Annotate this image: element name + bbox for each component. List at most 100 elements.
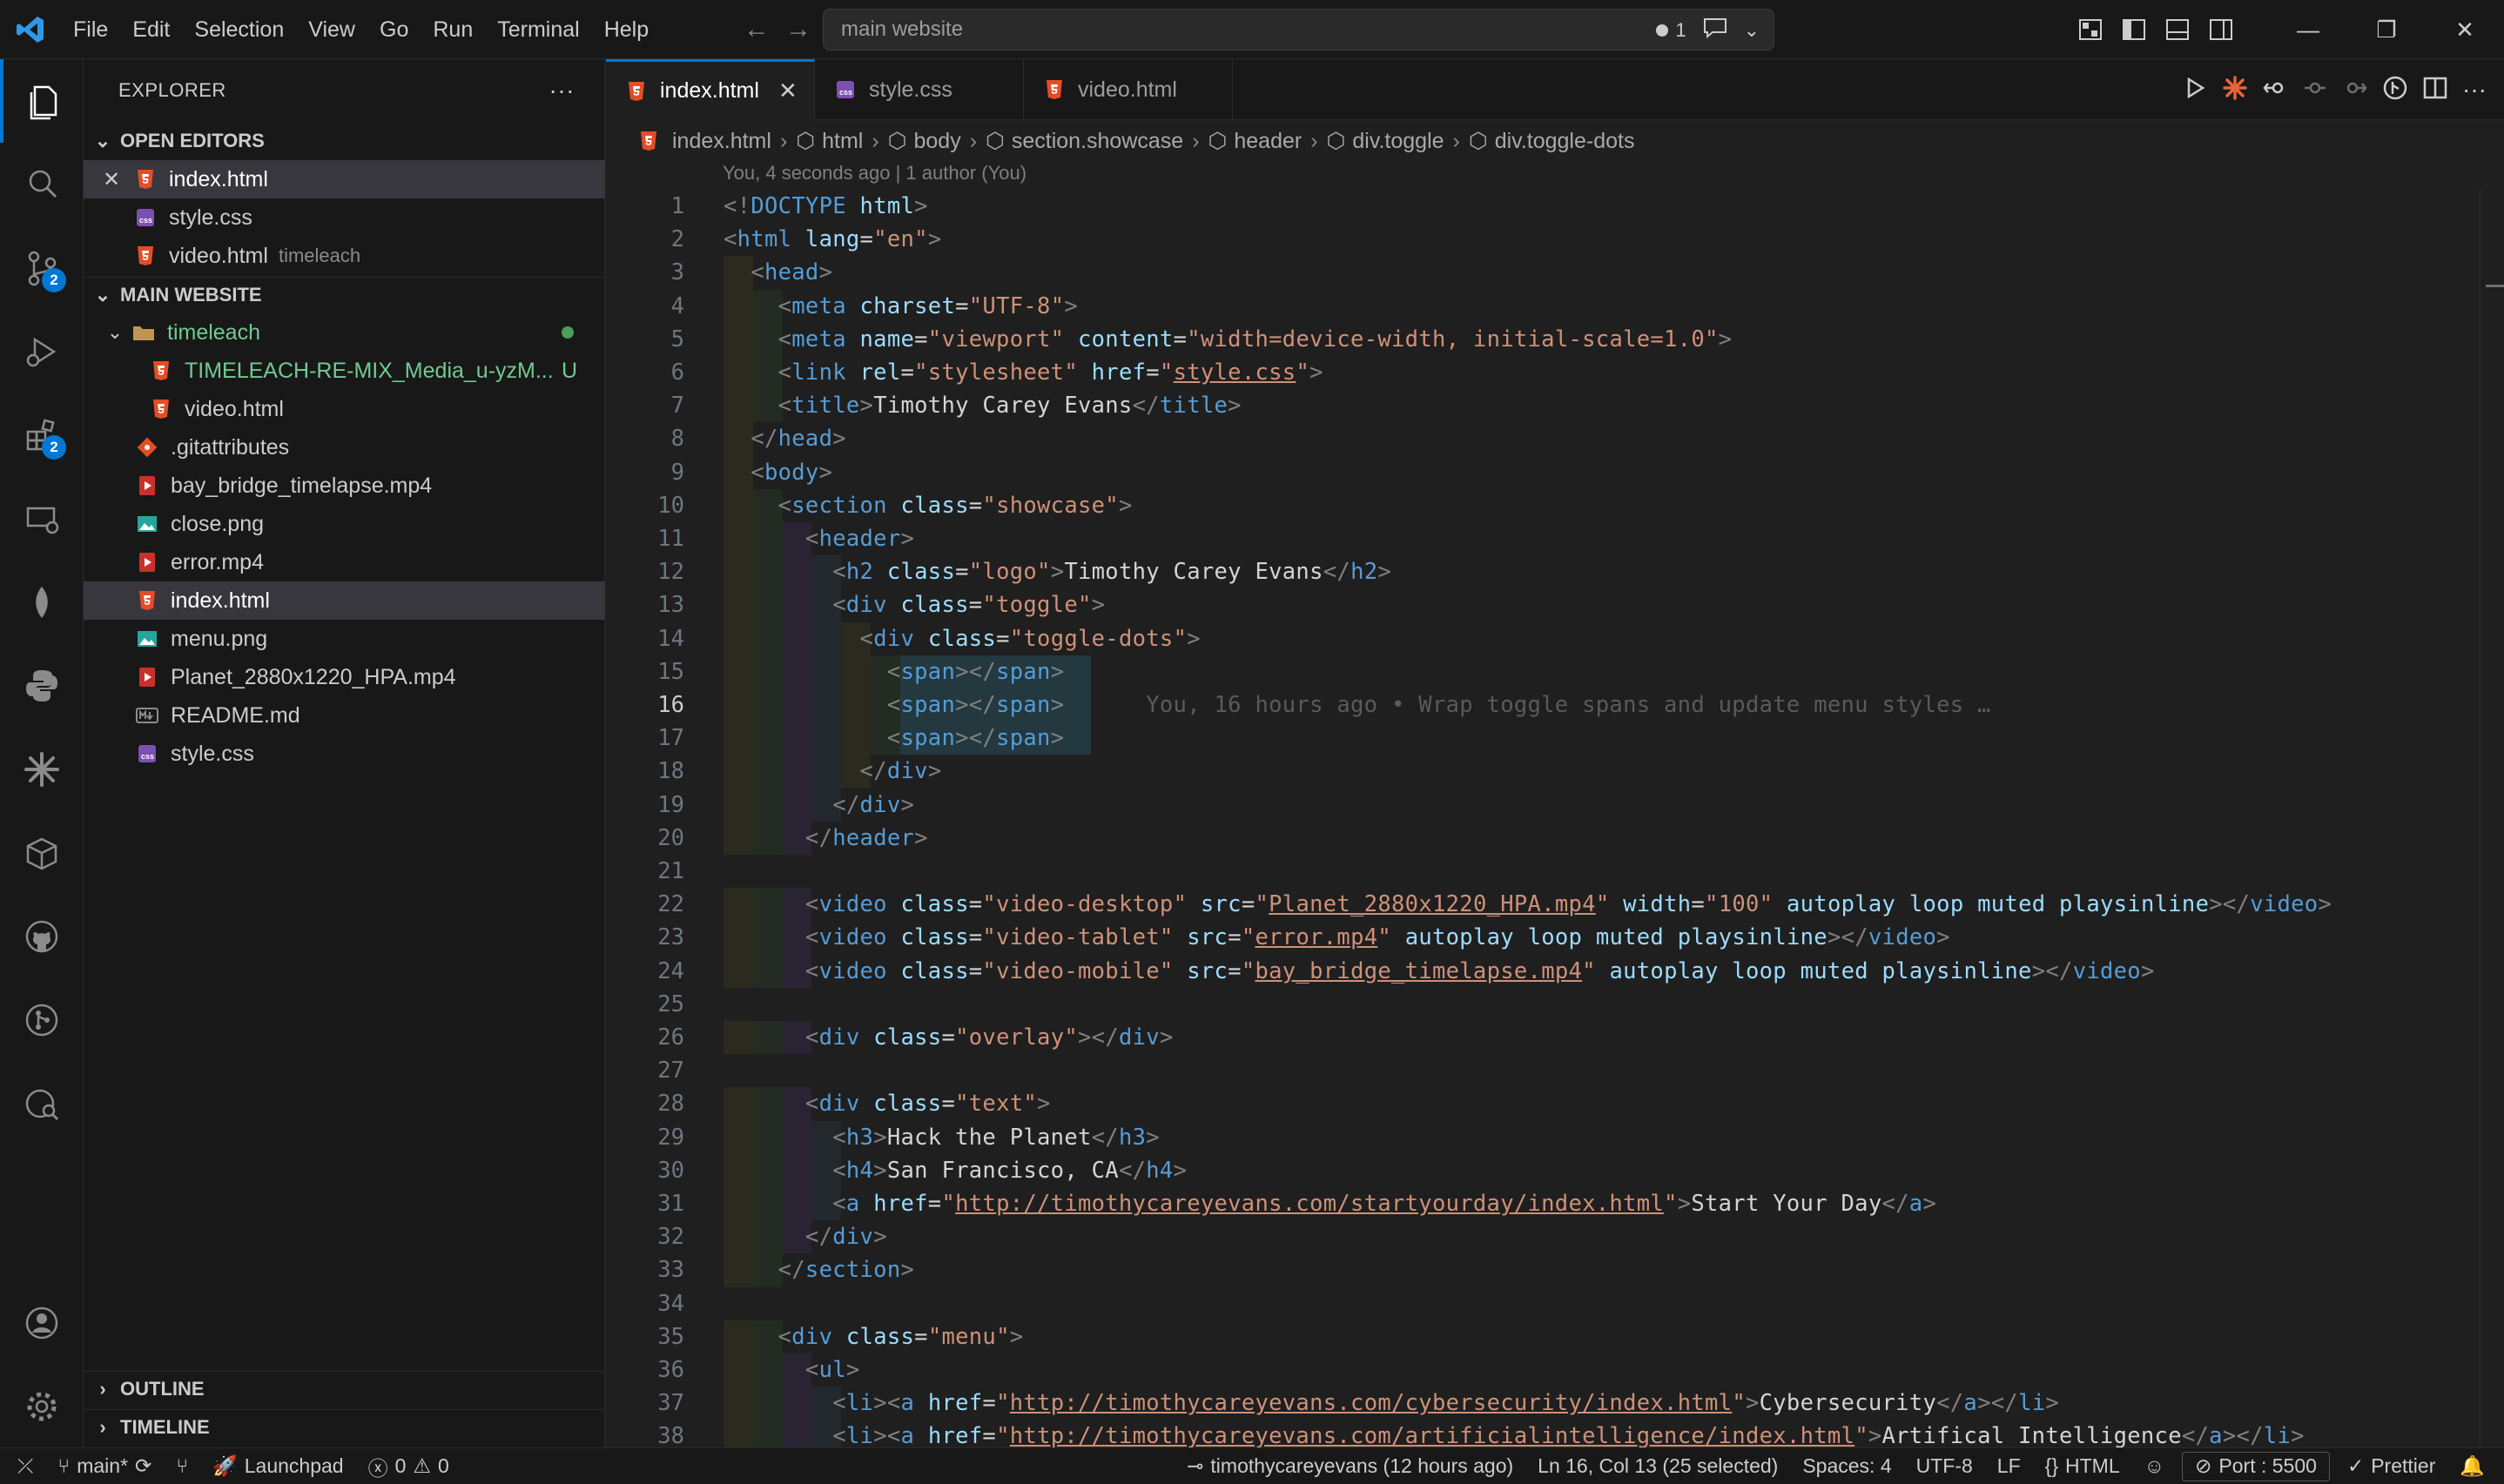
code-line[interactable]: <div class="menu"> (724, 1320, 1023, 1353)
menu-file[interactable]: File (61, 0, 120, 59)
forward-arrow-icon[interactable]: → (785, 15, 811, 44)
open-changes-icon[interactable] (2262, 75, 2288, 105)
containers-icon[interactable] (0, 811, 84, 895)
back-arrow-icon[interactable]: ← (744, 15, 770, 44)
sync-icon[interactable]: ⟳ (135, 1454, 151, 1478)
code-line[interactable]: <ul> (724, 1353, 860, 1387)
restore-icon[interactable]: ❐ (2347, 0, 2426, 59)
code-line[interactable]: <header> (724, 522, 914, 555)
menu-run[interactable]: Run (421, 0, 485, 59)
source-control-icon[interactable]: 2 (0, 226, 84, 310)
sparkle-icon[interactable] (2222, 75, 2248, 105)
code-line[interactable]: <title>Timothy Carey Evans</title> (724, 389, 1242, 422)
mongodb-leaf-icon[interactable] (0, 561, 84, 644)
code-line[interactable]: </div> (724, 1220, 887, 1253)
breadcrumb-item[interactable]: div.toggle-dots (1495, 129, 1635, 154)
code-line[interactable]: <h2 class="logo">Timothy Carey Evans</h2… (724, 555, 1391, 588)
git-graph-icon[interactable] (0, 978, 84, 1062)
extensions-icon[interactable]: 2 (0, 393, 84, 477)
chat-icon[interactable] (1702, 17, 1728, 44)
code-line[interactable]: </div> (724, 755, 942, 788)
settings-gear-icon[interactable] (0, 1365, 84, 1448)
menu-view[interactable]: View (296, 0, 367, 59)
editor-scrollbar[interactable] (2480, 186, 2504, 1447)
next-revision-icon[interactable] (2342, 75, 2368, 105)
previous-revision-icon[interactable] (2302, 75, 2328, 105)
menu-help[interactable]: Help (592, 0, 661, 59)
more-actions-icon[interactable]: ··· (549, 77, 575, 104)
notifications-bell-icon[interactable]: 🔔 (2447, 1448, 2504, 1484)
tree-item-file[interactable]: bay_bridge_timelapse.mp4 (84, 467, 605, 505)
minimize-icon[interactable]: — (2269, 0, 2347, 59)
python-icon[interactable] (0, 644, 84, 728)
code-line[interactable]: <meta name="viewport" content="width=dev… (724, 323, 1732, 356)
tab-style-css[interactable]: css style.css (815, 59, 1024, 120)
github-icon[interactable] (0, 895, 84, 978)
gitlens-icon[interactable] (2382, 75, 2408, 105)
remote-explorer-icon[interactable] (0, 477, 84, 561)
tree-item-file[interactable]: .gitattributes (84, 428, 605, 467)
encoding-status[interactable]: UTF-8 (1904, 1448, 1985, 1484)
code-line[interactable]: <video class="video-tablet" src="error.m… (724, 921, 1950, 954)
open-editor-item[interactable]: video.html timeleach (84, 237, 605, 275)
open-editor-item[interactable]: css style.css (84, 198, 605, 237)
tree-item-file[interactable]: Planet_2880x1220_HPA.mp4 (84, 658, 605, 696)
tree-item-file[interactable]: close.png (84, 505, 605, 543)
code-line[interactable]: <section class="showcase"> (724, 489, 1133, 522)
code-line[interactable]: <meta charset="UTF-8"> (724, 290, 1078, 323)
breadcrumb-item[interactable]: body (914, 129, 961, 154)
menu-go[interactable]: Go (367, 0, 421, 59)
tree-item-file[interactable]: TIMELEACH-RE-MIX_Media_u-yzM... U (84, 352, 605, 390)
tree-item-file[interactable]: css style.css (84, 735, 605, 773)
problems-status[interactable]: ⓧ 0 ⚠ 0 (356, 1448, 461, 1484)
run-debug-icon[interactable] (0, 310, 84, 393)
tree-item-file[interactable]: video.html (84, 390, 605, 428)
code-line[interactable]: <link rel="stylesheet" href="style.css"> (724, 356, 1323, 389)
tab-index-html[interactable]: index.html ✕ (606, 59, 815, 120)
breadcrumb-item[interactable]: header (1234, 129, 1302, 154)
blame-status[interactable]: ⊸ timothycareyevans (12 hours ago) (1175, 1448, 1525, 1484)
code-line[interactable]: <body> (724, 456, 832, 489)
code-line[interactable]: <div class="toggle-dots"> (724, 622, 1201, 655)
menu-terminal[interactable]: Terminal (485, 0, 591, 59)
code-line[interactable]: <li><a href="http://timothycareyevans.co… (724, 1420, 2305, 1447)
command-center-search[interactable]: main website 1 ⌄ (823, 9, 1774, 50)
toggle-secondary-sidebar-icon[interactable] (2199, 0, 2243, 59)
code-line[interactable]: <span></span> You, 16 hours ago • Wrap t… (724, 688, 1991, 722)
customize-layout-icon[interactable] (2069, 0, 2112, 59)
code-line[interactable]: <div class="toggle"> (724, 588, 1105, 621)
code-line[interactable]: </div> (724, 789, 914, 822)
problems-indicator[interactable]: 1 (1656, 19, 1686, 42)
code-line[interactable]: <!DOCTYPE html> (724, 190, 928, 223)
workspace-section[interactable]: ⌄ MAIN WEBSITE (84, 277, 605, 312)
code-line[interactable]: <head> (724, 256, 832, 289)
menu-selection[interactable]: Selection (182, 0, 296, 59)
tree-item-file[interactable]: menu.png (84, 620, 605, 658)
tree-item-file[interactable]: index.html (84, 581, 605, 620)
git-compare-icon[interactable]: ⑂ (164, 1448, 200, 1484)
code-line[interactable]: <video class="video-desktop" src="Planet… (724, 888, 2332, 921)
codelens-blame[interactable]: You, 4 seconds ago | 1 author (You) (723, 162, 1027, 185)
tree-item-file[interactable]: README.md (84, 696, 605, 735)
code-line[interactable]: <div class="overlay"></div> (724, 1021, 1174, 1054)
menu-edit[interactable]: Edit (120, 0, 182, 59)
copilot-icon[interactable]: ☺ (2132, 1448, 2177, 1484)
live-server-port[interactable]: ⊘ Port : 5500 (2182, 1451, 2330, 1481)
code-line[interactable]: </header> (724, 822, 928, 855)
outline-section[interactable]: › OUTLINE (84, 1371, 605, 1406)
code-line[interactable]: </section> (724, 1253, 914, 1286)
breadcrumb-item[interactable]: div.toggle (1352, 129, 1444, 154)
breadcrumb-item[interactable]: html (822, 129, 863, 154)
tree-item-file[interactable]: error.mp4 (84, 543, 605, 581)
breadcrumb-item[interactable]: index.html (672, 129, 771, 154)
timeline-section[interactable]: › TIMELINE (84, 1409, 605, 1444)
code-line[interactable]: <video class="video-mobile" src="bay_bri… (724, 955, 2155, 988)
code-editor[interactable]: 1 <!DOCTYPE html> 2 <html lang="en"> 3 <head… (606, 186, 2504, 1447)
chevron-down-icon[interactable]: ⌄ (1744, 19, 1760, 42)
code-line[interactable]: <html lang="en"> (724, 223, 941, 256)
code-line[interactable]: <a href="http://timothycareyevans.com/st… (724, 1187, 1936, 1220)
prettier-status[interactable]: ✓ Prettier (2335, 1448, 2447, 1484)
search-icon[interactable] (0, 143, 84, 226)
run-icon[interactable] (2182, 75, 2208, 105)
launchpad-status[interactable]: 🚀 Launchpad (200, 1448, 355, 1484)
